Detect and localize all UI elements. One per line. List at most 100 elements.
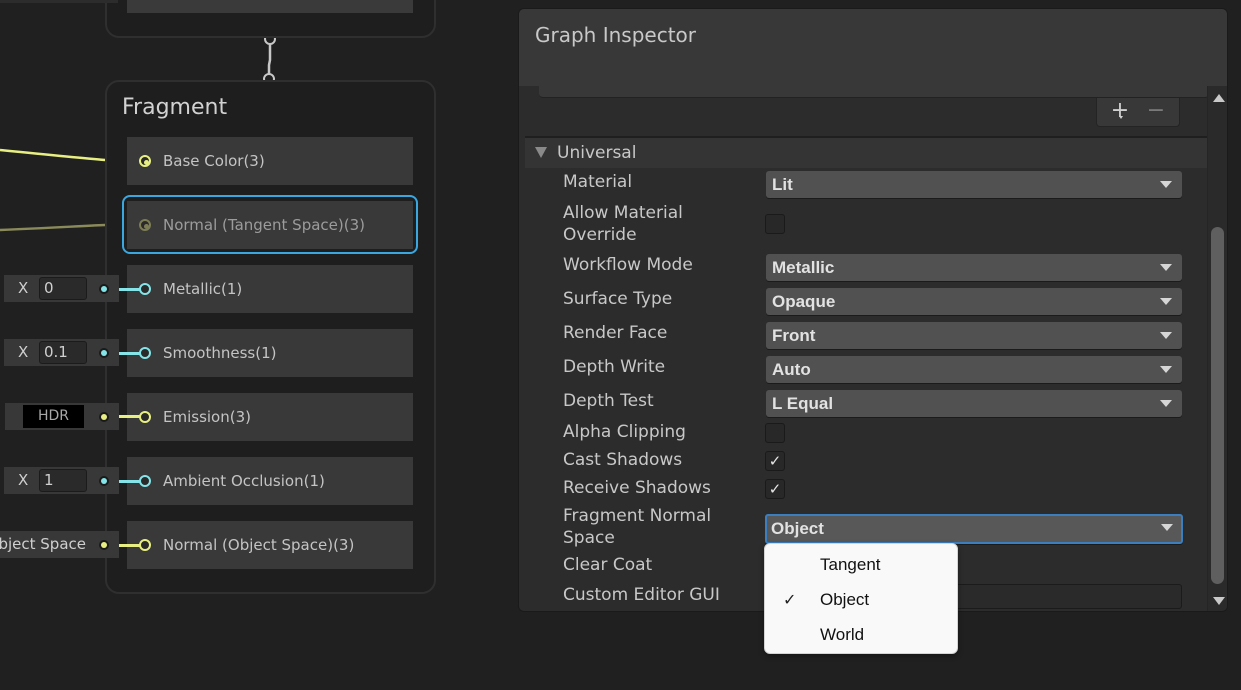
menu-item-tangent[interactable]: Tangent [765,547,957,582]
space-dropdown[interactable]: Object Space [0,531,86,558]
section-label: Universal [557,143,637,163]
allow-material-override-checkbox[interactable] [765,214,785,234]
material-dropdown[interactable]: Lit [766,171,1182,198]
shader-graph-canvas[interactable]: Fragment Base Color(3) Normal (Tangent S… [0,0,1241,690]
prop-label-material: Material [563,172,633,192]
scrollbar-thumb[interactable] [1211,227,1224,584]
menu-item-label: Tangent [820,555,881,574]
axis-label: X [18,343,29,361]
property-list-box [539,86,1209,98]
dropdown-arrow-icon [1160,264,1172,271]
slot-label: Base Color(3) [163,152,265,170]
depth-write-dropdown[interactable]: Auto [766,356,1182,383]
ambient-occlusion-inline-input: X 1 [4,467,119,494]
inline-wire [119,415,141,418]
smoothness-value-field[interactable]: 0.1 [39,341,87,364]
vertex-inline-input-partial [0,0,118,3]
inline-wire [119,544,141,547]
slot-label: Ambient Occlusion(1) [163,472,325,490]
vertex-slot-partial[interactable] [127,0,413,13]
list-add-remove-controls: + − [1096,98,1180,127]
dropdown-value: Object [771,519,824,538]
inline-output-dot-icon [99,540,109,550]
dropdown-value: Metallic [772,258,835,277]
inline-output-dot-icon [99,412,109,422]
workflow-mode-dropdown[interactable]: Metallic [766,254,1182,281]
dropdown-arrow-icon [1160,400,1172,407]
dropdown-caret-icon [1119,116,1123,119]
menu-item-label: World [820,625,865,644]
prop-label-depth-test: Depth Test [563,391,654,411]
scroll-down-arrow-icon[interactable] [1213,597,1225,605]
normal-space-popup-menu: Tangent ✓ Object World [764,543,958,654]
axis-label: X [18,279,29,297]
metallic-value-field[interactable]: 0 [39,277,87,300]
port-icon[interactable] [139,155,151,167]
slot-normal-object-space[interactable]: Normal (Object Space)(3) [127,521,413,569]
emission-hdr-color-field[interactable]: HDR [23,405,84,428]
expand-triangle-icon[interactable] [535,147,547,158]
emission-inline-input: HDR [5,403,119,430]
dropdown-arrow-icon [1160,298,1172,305]
prop-label-alpha-clipping: Alpha Clipping [563,422,686,442]
prop-label-clear-coat: Clear Coat [563,555,653,575]
graph-inspector-panel: Graph Inspector + − Universal Material L… [518,8,1228,612]
metallic-inline-input: X 0 [4,275,119,302]
surface-type-dropdown[interactable]: Opaque [766,288,1182,315]
inspector-scrollbar[interactable] [1207,86,1227,611]
dropdown-arrow-icon [1161,524,1173,531]
vertex-fragment-flow-link [267,40,272,78]
dropdown-arrow-icon [1160,366,1172,373]
cast-shadows-checkbox[interactable]: ✓ [765,451,785,471]
fragment-normal-space-dropdown[interactable]: Object [765,514,1183,544]
slot-ambient-occlusion[interactable]: Ambient Occlusion(1) [127,457,413,505]
receive-shadows-checkbox[interactable]: ✓ [765,479,785,499]
inspector-title: Graph Inspector [535,23,696,47]
prop-label-render-face: Render Face [563,323,668,343]
slot-label: Emission(3) [163,408,251,426]
depth-test-dropdown[interactable]: L Equal [766,390,1182,417]
checkmark-icon: ✓ [783,590,797,609]
menu-item-world[interactable]: World [765,617,957,652]
prop-label-surface-type: Surface Type [563,289,673,309]
axis-label: X [18,471,29,489]
menu-item-label: Object [820,590,870,609]
inspector-header[interactable]: Graph Inspector [519,9,1227,86]
menu-item-object[interactable]: ✓ Object [765,582,957,617]
dropdown-value: Front [772,326,816,345]
inline-wire [119,480,141,483]
scroll-up-arrow-icon[interactable] [1213,94,1225,102]
alpha-clipping-checkbox[interactable] [765,423,785,443]
slot-emission[interactable]: Emission(3) [127,393,413,441]
prop-label-depth-write: Depth Write [563,357,666,377]
section-universal[interactable]: Universal [525,136,1207,168]
dropdown-value: Auto [772,360,811,379]
dropdown-value: Opaque [772,292,836,311]
inline-output-dot-icon [99,284,109,294]
prop-label-allow-material-override: Allow Material Override [563,203,683,245]
slot-metallic[interactable]: Metallic(1) [127,265,413,313]
dropdown-arrow-icon [1160,332,1172,339]
render-face-dropdown[interactable]: Front [766,322,1182,349]
inline-output-dot-icon [99,476,109,486]
slot-smoothness[interactable]: Smoothness(1) [127,329,413,377]
dropdown-value: L Equal [772,394,834,413]
dropdown-arrow-icon [1160,181,1172,188]
inline-output-dot-icon [99,348,109,358]
inline-wire [119,288,141,291]
ambient-occlusion-value-field[interactable]: 1 [39,469,87,492]
add-item-button[interactable]: + [1107,98,1133,124]
inline-wire [119,352,141,355]
slot-label: Metallic(1) [163,280,243,298]
selection-outline [122,195,418,254]
slot-label: Smoothness(1) [163,344,277,362]
remove-item-button[interactable]: − [1143,98,1169,124]
slot-base-color[interactable]: Base Color(3) [127,137,413,185]
prop-label-fragment-normal-space: Fragment Normal Space [563,506,712,548]
prop-label-cast-shadows: Cast Shadows [563,450,683,470]
prop-label-receive-shadows: Receive Shadows [563,478,711,498]
fragment-node-title: Fragment [122,95,228,120]
slot-label: Normal (Object Space)(3) [163,536,355,554]
prop-label-workflow-mode: Workflow Mode [563,255,693,275]
normal-object-space-inline-input: Object Space [0,531,119,558]
